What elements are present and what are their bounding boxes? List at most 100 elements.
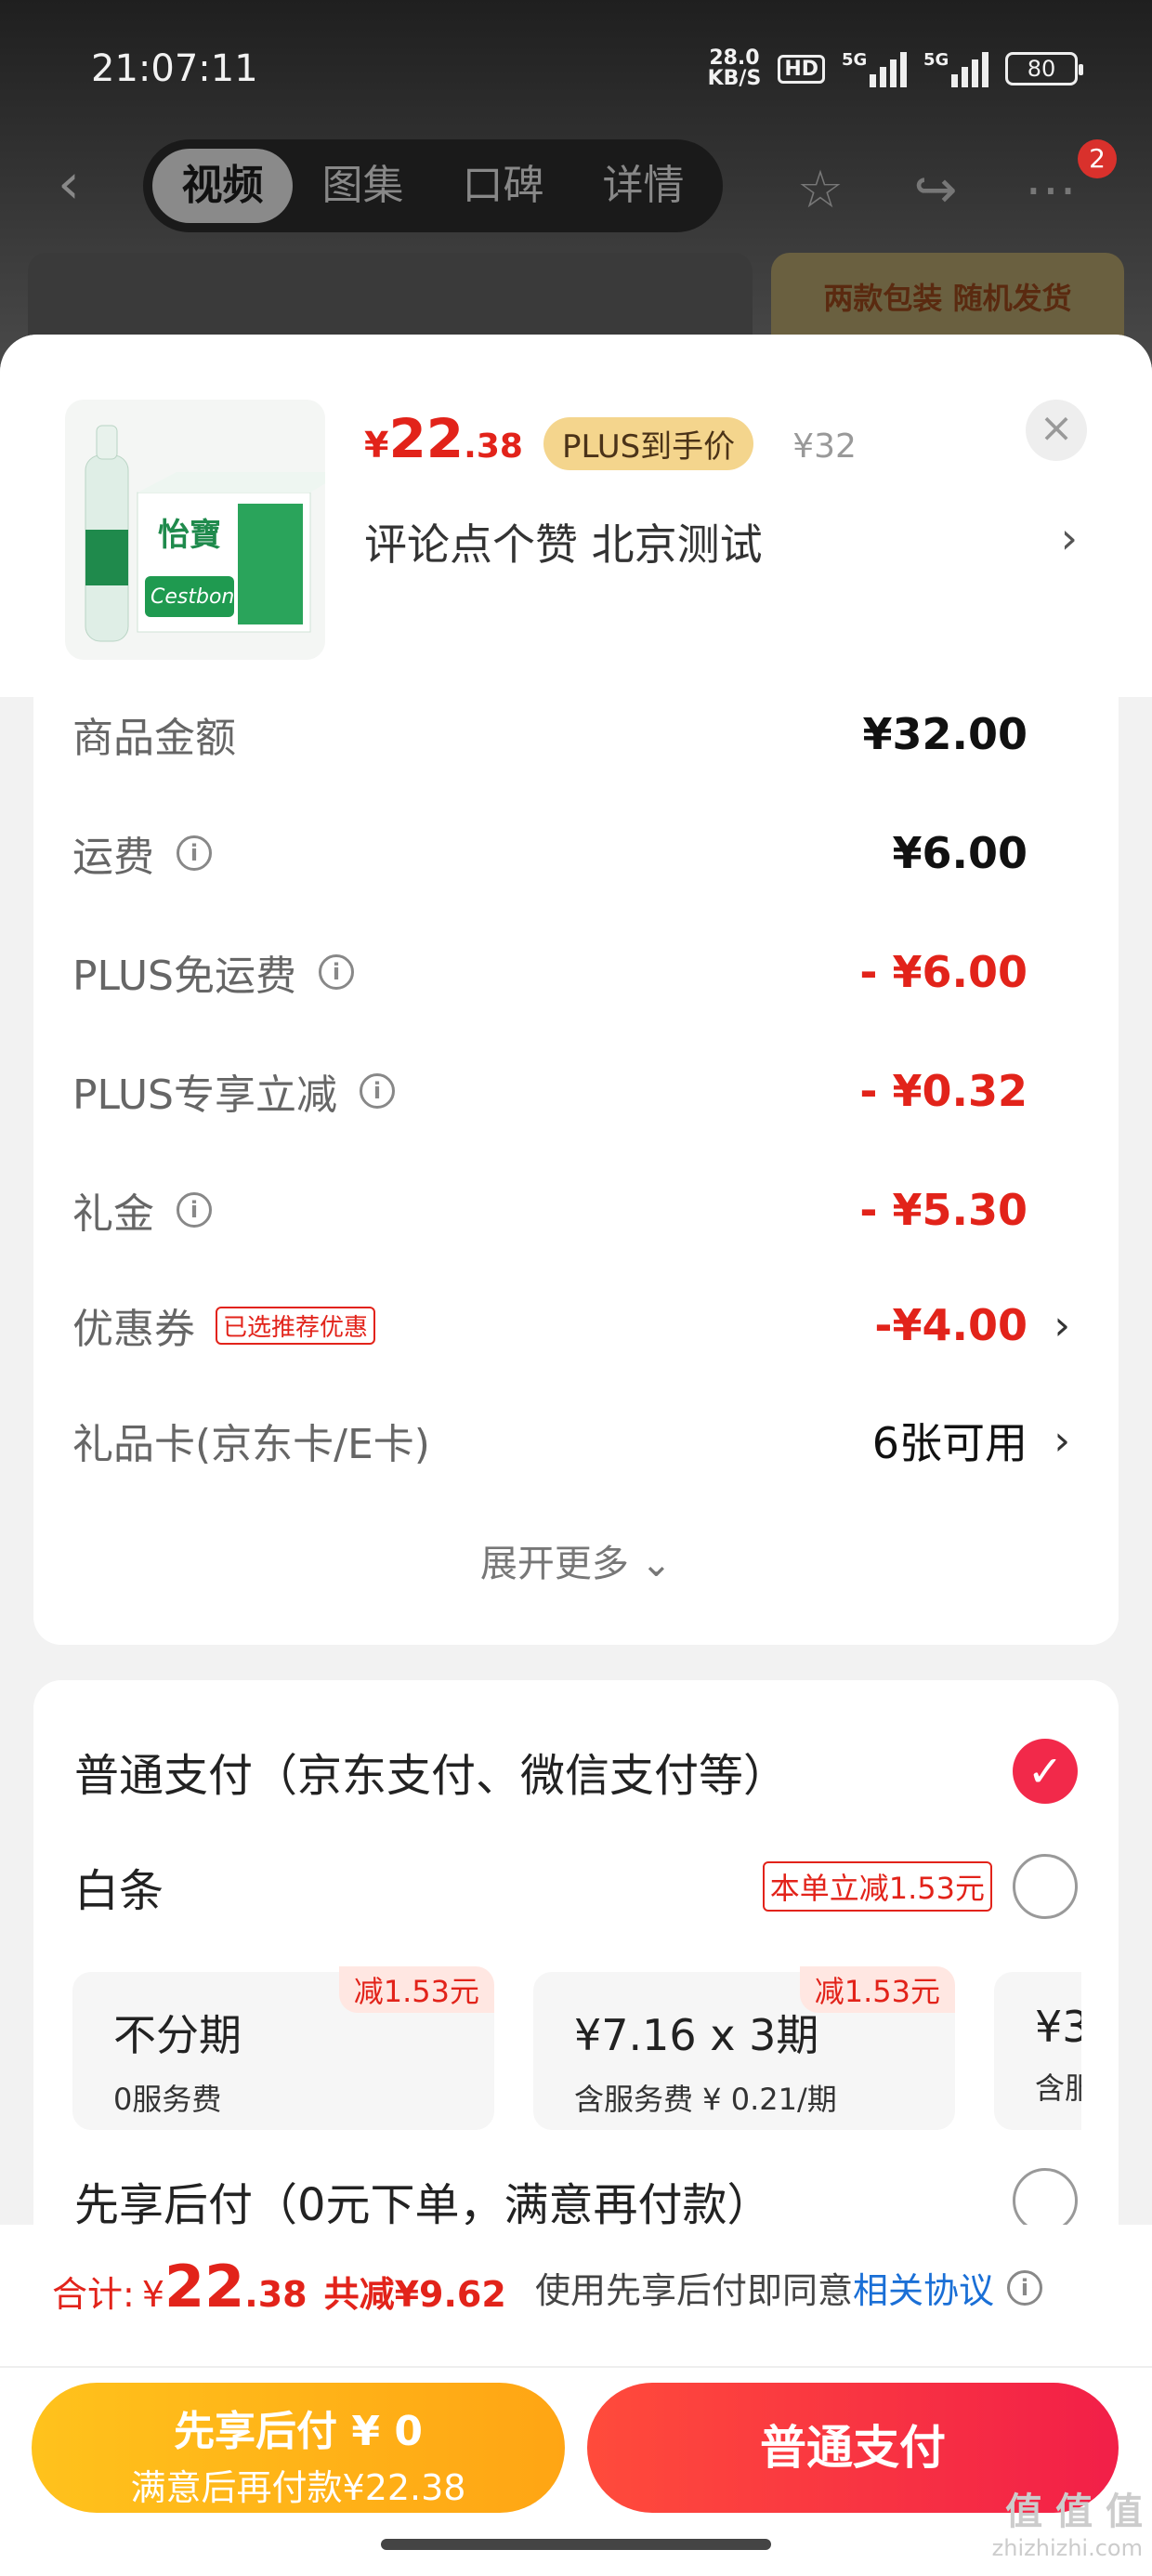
installment-sub: 0服务费 (113, 2082, 222, 2117)
chevron-right-icon[interactable]: › (1054, 1302, 1070, 1349)
info-icon[interactable]: i (177, 835, 212, 871)
chevron-right-icon[interactable]: › (1061, 513, 1078, 563)
status-time: 21:07:11 (91, 47, 258, 90)
expand-more-label: 展开更多 (479, 1543, 629, 1585)
battery-icon: 80 (1005, 52, 1083, 85)
summary-label: 商品金额 (72, 715, 236, 762)
product-header: 怡寶 Cestbon ¥22.38 PLUS到手价 ¥32 × 评论点个赞 北京… (0, 335, 1152, 697)
installment-sub: 含服务费 ¥ 0.21/期 (574, 2082, 837, 2117)
summary-row: PLUS专享立减 i - ¥0.32 (72, 1054, 1028, 1128)
total-label: 合计: (52, 2274, 135, 2315)
watermark: 值 值 值 zhizhizhi.com (992, 2481, 1143, 2561)
summary-row: 礼金 i - ¥5.30 (72, 1173, 1028, 1247)
watermark-logo: 值 值 值 (1005, 2491, 1143, 2533)
price-summary-body: 商品金额 ¥32.00 运费 i ¥6.00 PLUS免运费 i - ¥6.00 P… (33, 697, 1119, 1645)
price-decimal: .38 (464, 427, 523, 466)
signal-icon: 5G (842, 50, 907, 87)
price-integer: 22 (388, 407, 465, 470)
installment-discount: 减1.53元 (338, 1966, 494, 2013)
installment-options: 不分期 0服务费 减1.53元 ¥7.16 x 3期 含服务费 ¥ 0.21/期… (72, 1966, 1081, 2134)
summary-value: ¥6.00 (892, 828, 1028, 878)
signal-label-2: 5G (923, 50, 949, 70)
original-price: ¥32 (792, 427, 857, 466)
plus-price: ¥22.38 (364, 407, 523, 470)
price-row: ¥22.38 PLUS到手价 ¥32 (364, 407, 857, 470)
summary-label: PLUS专享立减 (72, 1071, 337, 1119)
installment-card[interactable]: ¥7.16 x 3期 含服务费 ¥ 0.21/期 减1.53元 (533, 1966, 955, 2130)
divider (0, 2366, 1152, 2368)
agreement-text: 使用先享后付即同意 (535, 2270, 854, 2311)
net-speed-unit: KB/S (707, 67, 762, 90)
status-bar: 21:07:11 28.0 KB/S HD 5G 5G 80 (91, 43, 1083, 95)
media-tabs: 视频 图集 口碑 详情 (143, 139, 723, 232)
tab-video[interactable]: 视频 (152, 149, 293, 223)
watermark-url: zhizhizhi.com (991, 2535, 1143, 2561)
baitiao-label: 白条 (74, 1865, 164, 1917)
tab-reviews[interactable]: 口碑 (433, 149, 573, 223)
summary-row: PLUS免运费 i - ¥6.00 (72, 935, 1028, 1009)
total-currency: ¥ (141, 2274, 164, 2315)
normal-pay-label: 普通支付（京东支付、微信支付等） (74, 1750, 789, 1802)
star-icon[interactable]: ☆ (788, 158, 853, 223)
total-integer: 22 (164, 2253, 245, 2320)
back-icon[interactable]: ‹ (58, 156, 113, 214)
coupon-row[interactable]: 优惠券 已选推荐优惠 -¥4.00 › (72, 1288, 1070, 1362)
installment-card[interactable]: 不分期 0服务费 减1.53元 (72, 1966, 494, 2130)
info-icon[interactable]: i (177, 1192, 212, 1228)
share-icon[interactable]: ↪ (903, 158, 968, 223)
radio-icon[interactable] (1013, 1854, 1078, 1919)
expand-more[interactable]: 展开更多 ⌄ (33, 1533, 1119, 1587)
normal-pay-option[interactable]: 普通支付（京东支付、微信支付等） ✓ (74, 1734, 1078, 1808)
installment-sub: 含服 (1035, 2070, 1081, 2106)
checked-icon[interactable]: ✓ (1013, 1739, 1078, 1804)
summary-label: 礼品卡(京东卡/E卡) (72, 1421, 430, 1468)
info-icon[interactable]: i (360, 1073, 395, 1109)
product-thumbnail: 怡寶 Cestbon (65, 400, 325, 660)
tab-details[interactable]: 详情 (573, 149, 713, 223)
net-speed-value: 28.0 (709, 46, 760, 70)
total-decimal: .38 (244, 2274, 308, 2315)
plus-price-tag: PLUS到手价 (543, 417, 754, 470)
summary-row: 商品金额 ¥32.00 (72, 697, 1028, 771)
info-icon[interactable]: i (1007, 2269, 1043, 2306)
radio-icon[interactable] (1013, 2168, 1078, 2233)
recommended-tag: 已选推荐优惠 (216, 1306, 376, 1345)
brand-en-text: Cestbon (151, 585, 235, 609)
summary-row: 运费 i ¥6.00 (72, 816, 1028, 890)
payment-methods: 普通支付（京东支付、微信支付等） ✓ 白条 本单立减1.53元 先享后付（0元下… (33, 1680, 1119, 2233)
baitiao-option[interactable]: 白条 本单立减1.53元 (74, 1849, 1078, 1924)
summary-value: - ¥5.30 (859, 1185, 1028, 1235)
signal-label: 5G (842, 50, 868, 70)
total-price: 合计: ¥22.38 共减¥9.62 (52, 2253, 506, 2320)
pay-later-button[interactable]: 先享后付 ¥ 0 满意后再付款¥22.38 (32, 2383, 565, 2513)
summary-value: ¥32.00 (862, 709, 1028, 759)
giftcard-row[interactable]: 礼品卡(京东卡/E卡) 6张可用 › (72, 1403, 1070, 1478)
brand-text: 怡寶 (158, 517, 221, 554)
chevron-down-icon: ⌄ (640, 1543, 673, 1585)
baitiao-discount-tag: 本单立减1.53元 (762, 1861, 992, 1912)
installment-title: ¥3 (1035, 2002, 1081, 2052)
installment-card[interactable]: ¥3 含服 (994, 1972, 1081, 2130)
hd-icon: HD (778, 54, 825, 84)
summary-value: 6张可用 (871, 1418, 1028, 1468)
more-icon[interactable]: ⋯ (1018, 158, 1083, 223)
price-currency: ¥ (364, 425, 389, 466)
home-indicator (381, 2539, 771, 2550)
total-savings: 共减¥9.62 (323, 2274, 506, 2315)
close-icon[interactable]: × (1026, 400, 1087, 461)
info-icon[interactable]: i (319, 954, 354, 990)
promo-banner: 两款包装 随机发货 (771, 253, 1124, 336)
tab-gallery[interactable]: 图集 (293, 149, 433, 223)
summary-label: 运费 (72, 834, 154, 881)
agreement-link[interactable]: 相关协议 (853, 2262, 994, 2313)
chevron-right-icon[interactable]: › (1054, 1417, 1070, 1465)
top-nav: ‹ 视频 图集 口碑 详情 ☆ ↪ ⋯ 2 (0, 139, 1152, 232)
signal-icon-2: 5G (923, 50, 988, 87)
product-spec[interactable]: 评论点个赞 北京测试 (364, 511, 763, 572)
summary-value: - ¥6.00 (859, 947, 1028, 997)
pay-later-label: 先享后付（0元下单，满意再付款） (74, 2179, 772, 2231)
agreement: 使用先享后付即同意 相关协议 i (535, 2262, 1043, 2313)
summary-label: PLUS免运费 (72, 953, 296, 1000)
summary-value: - ¥0.32 (859, 1066, 1028, 1116)
message-badge: 2 (1078, 139, 1117, 178)
